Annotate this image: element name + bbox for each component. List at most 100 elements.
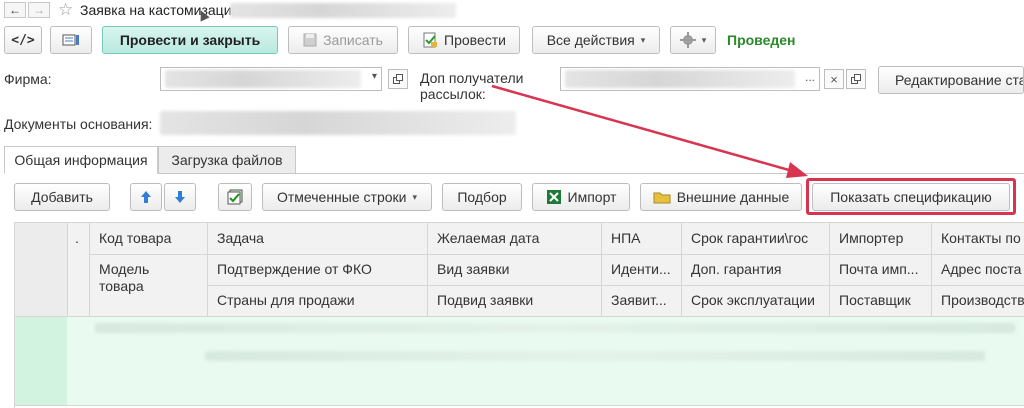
gear-icon xyxy=(679,32,696,48)
edit-button[interactable]: Редактирование ста xyxy=(878,66,1024,94)
chevron-down-icon: ▾ xyxy=(640,34,646,45)
col-divider xyxy=(601,223,602,316)
import-label: Импорт xyxy=(567,189,617,205)
recipients-open-icon[interactable] xyxy=(846,69,866,89)
table: . Код товара Задача Желаемая дата НПА Ср… xyxy=(14,222,1024,408)
selection-label: Подбор xyxy=(457,189,507,205)
row-divider xyxy=(89,254,207,255)
checklist-icon xyxy=(227,189,243,205)
recipients-blurred-value xyxy=(565,70,795,88)
recipients-field[interactable]: ... xyxy=(560,67,820,91)
ellipsis-icon[interactable]: ... xyxy=(805,70,815,84)
report-icon xyxy=(62,33,80,47)
header-supplier-address[interactable]: Адрес поста xyxy=(941,261,1024,277)
selection-button[interactable]: Подбор xyxy=(442,183,522,211)
edit-label: Редактирование ста xyxy=(895,72,1024,88)
title-bar: ← → ☆ Заявка на кастомизацию xyxy=(0,0,1024,22)
basis-documents-label: Документы основания: xyxy=(4,116,153,132)
header-manufacturer[interactable]: Производств xyxy=(941,292,1024,308)
header-contacts[interactable]: Контакты по xyxy=(941,230,1024,246)
col-divider xyxy=(427,223,428,316)
save-icon xyxy=(303,33,317,47)
title-blurred-area xyxy=(230,3,456,18)
marked-rows-button[interactable]: Отмеченные строки ▾ xyxy=(262,183,432,211)
header-fko-confirmation[interactable]: Подтверждение от ФКО xyxy=(217,261,423,277)
move-up-button[interactable] xyxy=(130,183,162,211)
col-divider xyxy=(931,223,932,316)
back-arrow-icon: ← xyxy=(9,3,21,17)
move-down-button[interactable] xyxy=(164,183,196,211)
all-actions-button[interactable]: Все действия ▾ xyxy=(532,26,660,54)
arrow-down-icon xyxy=(174,190,186,204)
recipients-label-line1: Доп получатели xyxy=(420,70,524,86)
post-label: Провести xyxy=(444,32,506,48)
header-importer-email[interactable]: Почта имп... xyxy=(839,261,927,277)
header-warranty-period[interactable]: Срок гарантии\гос xyxy=(691,230,825,246)
favorite-star-icon[interactable]: ☆ xyxy=(58,0,73,20)
post-button[interactable]: Провести xyxy=(408,26,520,54)
add-button[interactable]: Добавить xyxy=(14,183,110,211)
settings-dropdown-button[interactable]: ▾ xyxy=(670,26,716,54)
document-status: Проведен xyxy=(727,32,796,48)
dot-column-header: . xyxy=(75,230,79,246)
header-identifier[interactable]: Иденти... xyxy=(611,261,677,277)
check-all-button[interactable] xyxy=(218,183,252,211)
folder-icon xyxy=(653,190,671,204)
post-and-close-button[interactable]: Провести и закрыть xyxy=(102,26,278,54)
header-task[interactable]: Задача xyxy=(217,230,423,246)
save-button[interactable]: Записать xyxy=(288,26,398,54)
report-button[interactable] xyxy=(50,26,92,54)
firm-blurred-value xyxy=(165,70,361,88)
row-blurred-content xyxy=(95,323,1015,333)
header-npa[interactable]: НПА xyxy=(611,230,677,246)
header-supplier[interactable]: Поставщик xyxy=(839,292,927,308)
col-divider xyxy=(207,223,208,316)
firm-open-icon[interactable] xyxy=(388,69,408,89)
header-desired-date[interactable]: Желаемая дата xyxy=(437,230,597,246)
firm-label: Фирма: xyxy=(4,71,52,87)
col-divider xyxy=(89,223,90,316)
external-data-button[interactable]: Внешние данные xyxy=(640,183,802,211)
col-divider xyxy=(67,223,68,316)
forward-arrow-icon: → xyxy=(33,3,45,17)
header-request-type[interactable]: Вид заявки xyxy=(437,261,597,277)
code-button[interactable]: </> xyxy=(4,26,42,54)
table-bottom-line xyxy=(15,405,1024,406)
header-importer[interactable]: Импортер xyxy=(839,230,927,246)
all-actions-label: Все действия xyxy=(546,32,635,48)
header-request-subtype[interactable]: Подвид заявки xyxy=(437,292,597,308)
tab-general-info-label: Общая информация xyxy=(14,152,148,168)
save-label: Записать xyxy=(323,32,383,48)
marker-column-header xyxy=(15,223,67,316)
tab-file-upload[interactable]: Загрузка файлов xyxy=(158,146,296,174)
chevron-down-icon: ▾ xyxy=(412,191,417,202)
code-icon: </> xyxy=(11,32,35,48)
header-sale-countries[interactable]: Страны для продажи xyxy=(217,292,423,308)
forward-button[interactable]: → xyxy=(28,2,50,18)
add-label: Добавить xyxy=(31,189,93,205)
basis-documents-blurred-value xyxy=(160,111,516,135)
clear-icon[interactable]: × xyxy=(824,69,844,89)
header-product-model[interactable]: Модель товара xyxy=(99,261,159,295)
back-button[interactable]: ← xyxy=(4,2,26,18)
tab-file-upload-label: Загрузка файлов xyxy=(171,152,283,168)
show-spec-button[interactable]: Показать спецификацию xyxy=(812,183,1010,211)
import-button[interactable]: Импорт xyxy=(532,183,630,211)
header-applicant[interactable]: Заявит... xyxy=(611,292,677,308)
external-data-label: Внешние данные xyxy=(676,189,790,205)
clear-glyph: × xyxy=(830,71,838,87)
chevron-down-icon: ▾ xyxy=(701,34,707,45)
header-bottom-line xyxy=(15,316,1024,317)
col-divider xyxy=(681,223,682,316)
window-title: Заявка на кастомизацию xyxy=(80,2,243,18)
selected-row-marker xyxy=(15,317,67,405)
firm-field[interactable]: ▾ xyxy=(160,67,382,91)
tab-general-info[interactable]: Общая информация xyxy=(4,146,158,174)
post-and-close-label: Провести и закрыть xyxy=(119,32,261,48)
row-divider xyxy=(207,285,1024,286)
header-extra-warranty[interactable]: Доп. гарантия xyxy=(691,261,825,277)
marked-rows-label: Отмеченные строки xyxy=(277,189,407,205)
header-service-life[interactable]: Срок эксплуатации xyxy=(691,292,825,308)
header-product-code[interactable]: Код товара xyxy=(99,230,203,246)
chevron-down-icon[interactable]: ▾ xyxy=(372,71,377,82)
